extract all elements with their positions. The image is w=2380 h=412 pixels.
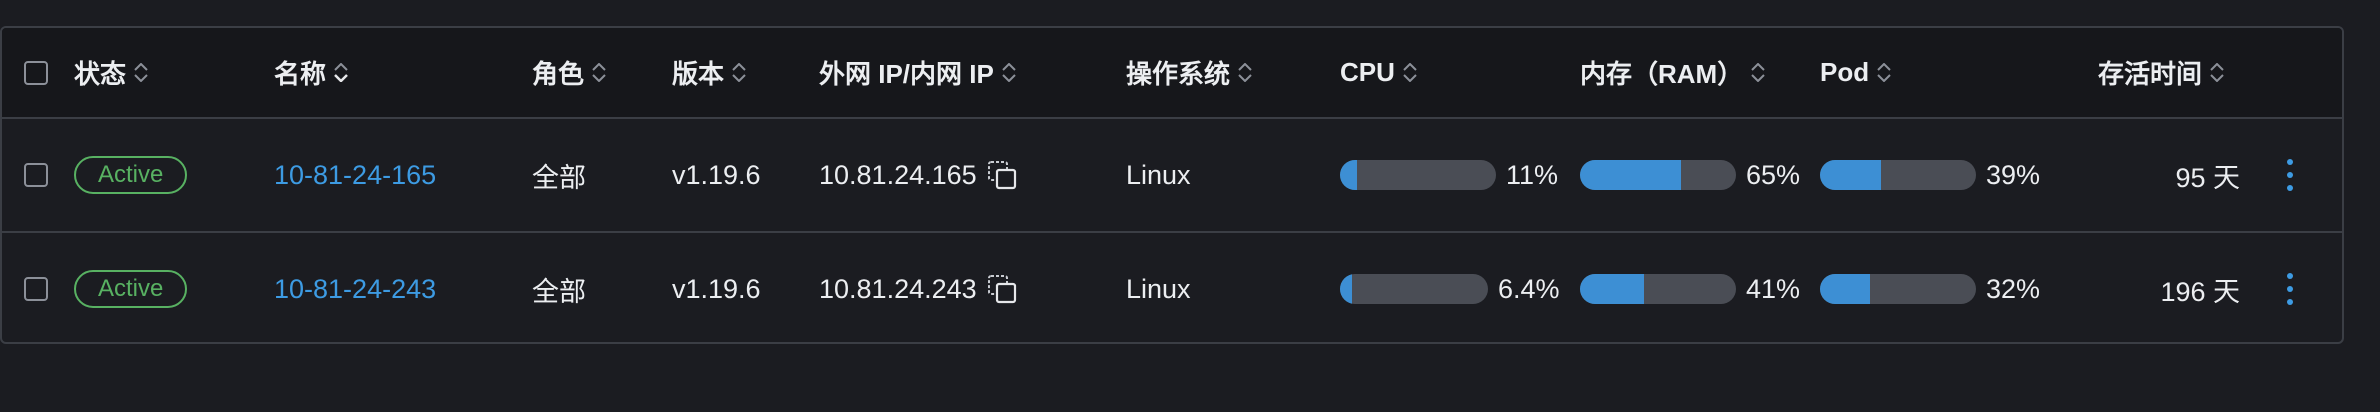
sort-icon <box>334 63 348 82</box>
column-header-ip[interactable]: 外网 IP/内网 IP <box>819 54 1016 91</box>
ram-usage-label: 41% <box>1746 273 1801 304</box>
column-header-version[interactable]: 版本 <box>672 54 746 91</box>
pod-usage-bar <box>1820 274 1976 304</box>
ram-usage-bar <box>1580 160 1736 190</box>
pod-usage-label: 32% <box>1986 273 2041 304</box>
column-header-pod[interactable]: Pod <box>1820 57 1891 88</box>
table-header: 状态 名称 角色 版本 外网 IP/内网 IP 操作系统 CPU 内存（RAM）… <box>2 28 2342 119</box>
cpu-usage-bar <box>1340 274 1488 304</box>
sort-icon <box>2210 63 2224 82</box>
ram-usage-fill <box>1580 274 1644 304</box>
ram-usage-fill <box>1580 160 1682 190</box>
node-name-link[interactable]: 10-81-24-165 <box>274 160 436 191</box>
sort-icon <box>1238 63 1252 82</box>
node-uptime: 196 天 <box>2160 276 2240 307</box>
copy-icon[interactable] <box>987 274 1017 304</box>
status-badge: Active <box>74 270 188 308</box>
sort-icon <box>1002 63 1016 82</box>
nodes-table: 状态 名称 角色 版本 外网 IP/内网 IP 操作系统 CPU 内存（RAM）… <box>0 26 2344 344</box>
more-actions-icon[interactable] <box>2285 272 2295 306</box>
column-header-os[interactable]: 操作系统 <box>1126 54 1252 91</box>
sort-icon <box>592 63 606 82</box>
column-header-ram[interactable]: 内存（RAM） <box>1580 54 1765 91</box>
column-header-cpu[interactable]: CPU <box>1340 57 1417 88</box>
sort-icon <box>1403 63 1417 82</box>
node-os: Linux <box>1126 159 1191 190</box>
copy-icon[interactable] <box>987 160 1017 190</box>
column-header-status[interactable]: 状态 <box>74 54 148 91</box>
column-header-name[interactable]: 名称 <box>274 54 348 91</box>
pod-usage-fill <box>1820 160 1881 190</box>
sort-icon <box>134 63 148 82</box>
sort-icon <box>732 63 746 82</box>
node-uptime: 95 天 <box>2175 162 2240 193</box>
select-all-checkbox[interactable] <box>24 60 48 85</box>
node-version: v1.19.6 <box>672 159 761 190</box>
ram-usage-label: 65% <box>1746 159 1801 190</box>
node-version: v1.19.6 <box>672 273 761 304</box>
row-checkbox[interactable] <box>24 277 48 301</box>
cpu-usage-fill <box>1340 274 1352 304</box>
node-role: 全部 <box>532 162 586 193</box>
column-header-uptime[interactable]: 存活时间 <box>2098 54 2224 91</box>
pod-usage-label: 39% <box>1986 159 2041 190</box>
row-checkbox[interactable] <box>24 163 48 187</box>
node-ip: 10.81.24.243 <box>819 273 977 304</box>
node-role: 全部 <box>532 276 586 307</box>
cpu-usage-fill <box>1340 160 1358 190</box>
sort-icon <box>1877 63 1891 82</box>
column-header-role[interactable]: 角色 <box>532 54 606 91</box>
more-actions-icon[interactable] <box>2285 158 2295 192</box>
node-ip: 10.81.24.165 <box>819 159 977 190</box>
sort-icon <box>1751 63 1765 82</box>
cpu-usage-label: 11% <box>1506 159 1559 190</box>
node-name-link[interactable]: 10-81-24-243 <box>274 274 436 305</box>
ram-usage-bar <box>1580 274 1736 304</box>
table-row: Active 10-81-24-165 全部 v1.19.6 10.81.24.… <box>2 119 2342 233</box>
node-os: Linux <box>1126 273 1191 304</box>
cpu-usage-label: 6.4% <box>1498 273 1560 304</box>
cpu-usage-bar <box>1340 160 1496 190</box>
pod-usage-bar <box>1820 160 1976 190</box>
status-badge: Active <box>74 156 188 194</box>
pod-usage-fill <box>1820 274 1870 304</box>
table-row: Active 10-81-24-243 全部 v1.19.6 10.81.24.… <box>2 233 2342 342</box>
